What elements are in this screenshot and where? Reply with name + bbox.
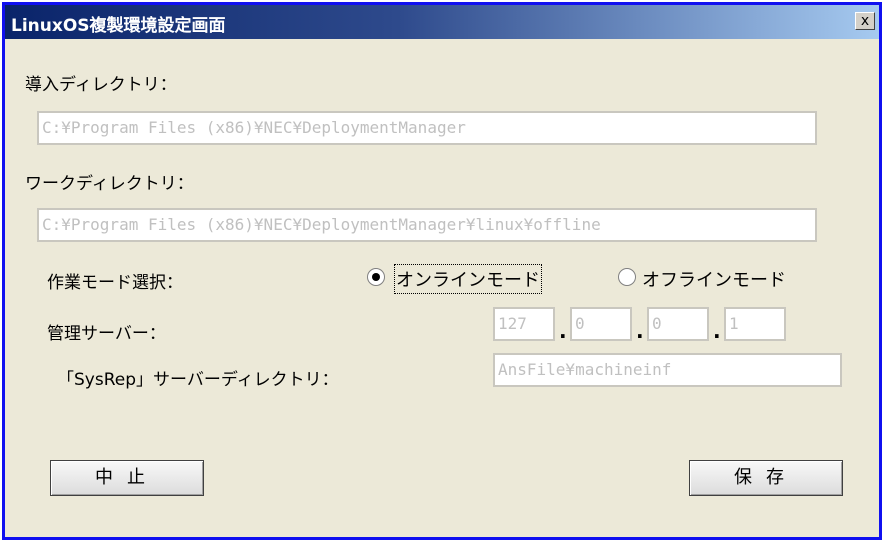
ip-octet-2-field[interactable]: 0: [570, 307, 632, 341]
cancel-button[interactable]: 中止: [50, 460, 204, 496]
title-bar[interactable]: LinuxOS複製環境設定画面 x: [5, 5, 879, 39]
install-dir-field[interactable]: C:¥Program Files (x86)¥NEC¥DeploymentMan…: [37, 111, 817, 145]
online-mode-label[interactable]: オンラインモード: [394, 264, 542, 294]
work-dir-label: ワークディレクトリ：: [25, 174, 194, 194]
radio-selected-dot: [372, 273, 380, 281]
offline-mode-label[interactable]: オフラインモード: [642, 266, 786, 292]
ip-octet-1-field[interactable]: 127: [493, 307, 555, 341]
server-label: 管理サーバー：: [47, 324, 166, 344]
install-dir-label: 導入ディレクトリ：: [25, 75, 177, 95]
sysrep-dir-label: 「SysRep」サーバーディレクトリ：: [57, 370, 339, 390]
ip-octet-4-field[interactable]: 1: [724, 307, 786, 341]
close-icon: x: [860, 13, 870, 29]
window-title: LinuxOS複製環境設定画面: [11, 16, 226, 36]
sysrep-dir-field[interactable]: AnsFile¥machineinf: [493, 353, 842, 387]
dialog-window: LinuxOS複製環境設定画面 x 導入ディレクトリ： C:¥Program F…: [2, 2, 882, 540]
ip-separator: .: [713, 319, 721, 343]
close-button[interactable]: x: [855, 12, 875, 30]
ip-separator: .: [636, 319, 644, 343]
ip-octet-3-field[interactable]: 0: [647, 307, 709, 341]
mode-label: 作業モード選択：: [47, 273, 183, 293]
online-mode-radio[interactable]: [367, 268, 385, 286]
work-dir-field[interactable]: C:¥Program Files (x86)¥NEC¥DeploymentMan…: [37, 208, 817, 242]
offline-mode-radio[interactable]: [618, 268, 636, 286]
ip-separator: .: [559, 319, 567, 343]
save-button[interactable]: 保存: [689, 460, 843, 496]
